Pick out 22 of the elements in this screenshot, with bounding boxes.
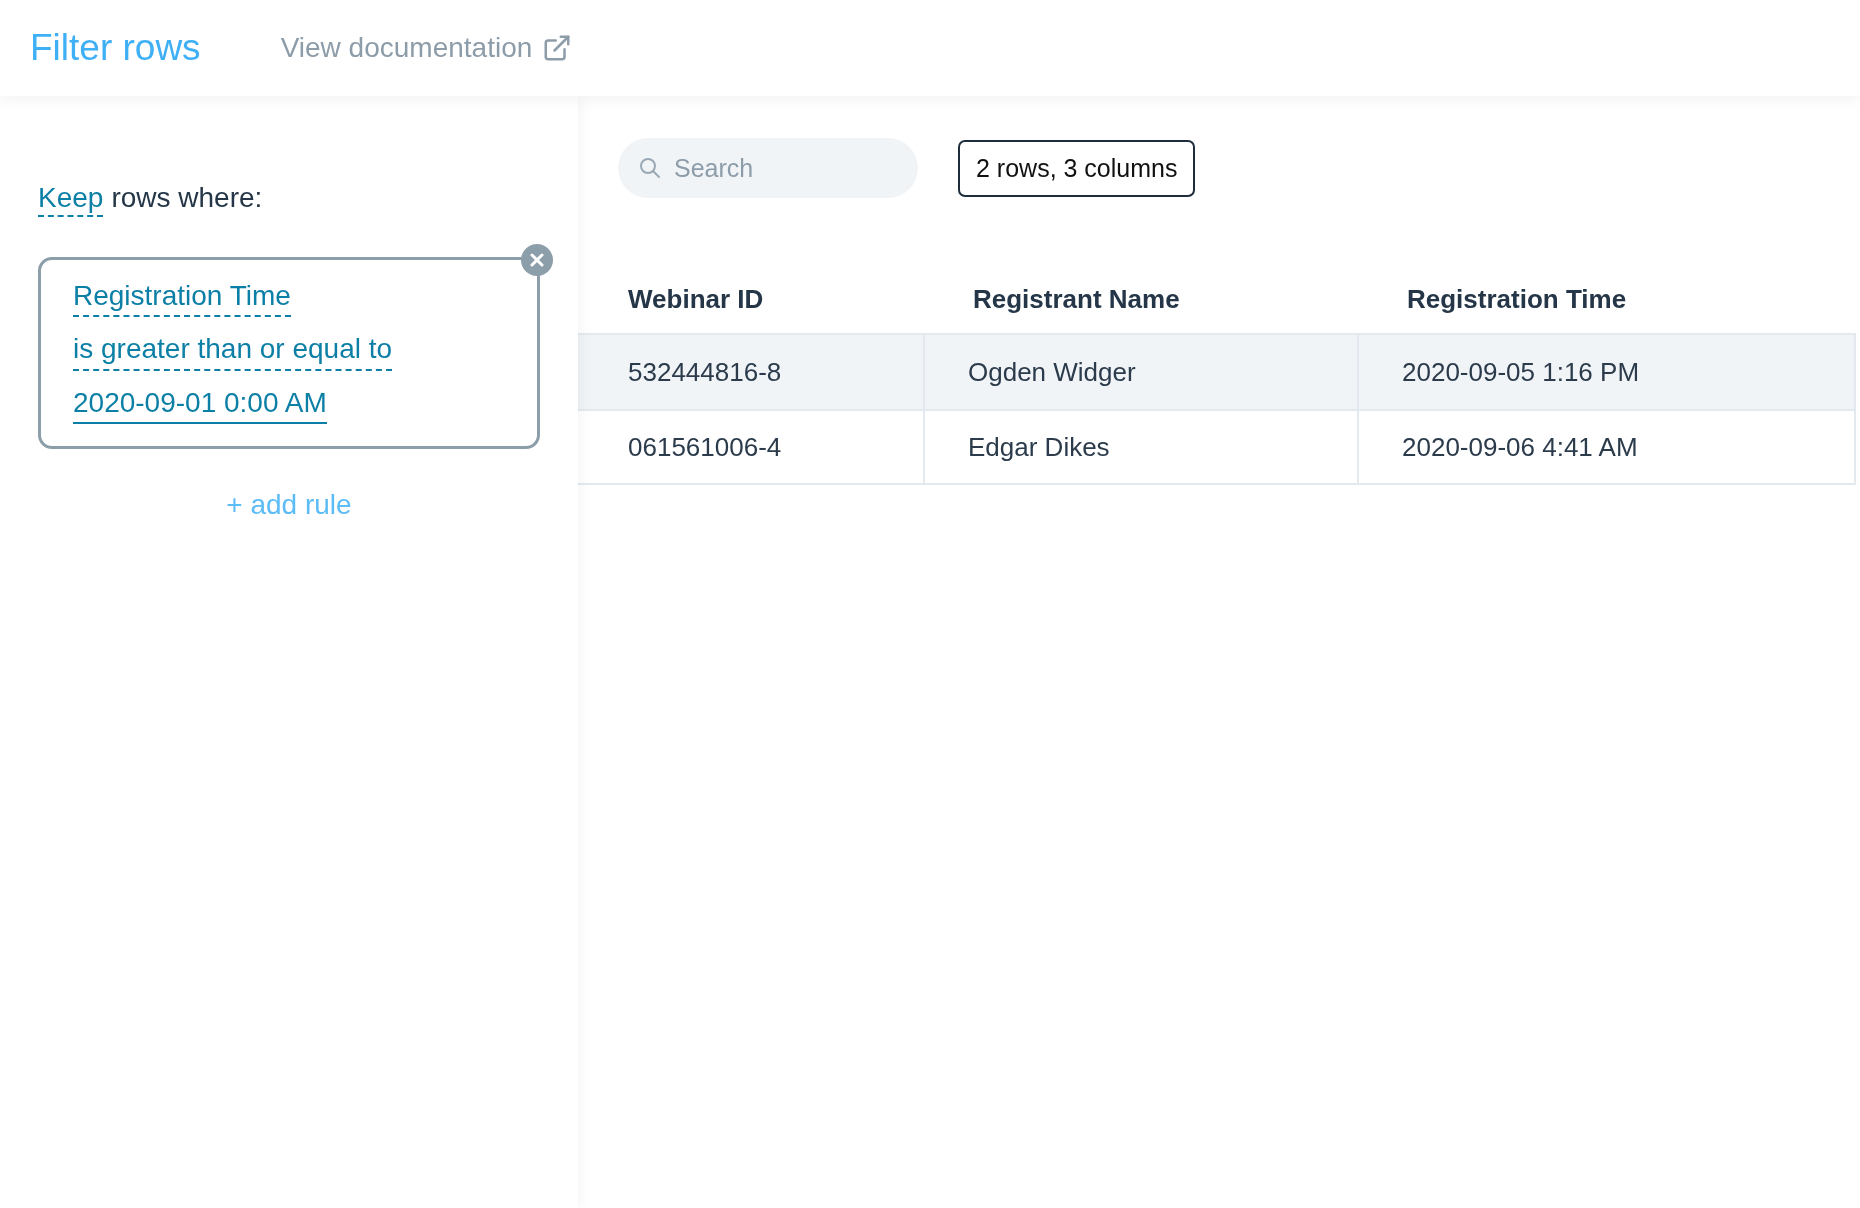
remove-rule-button[interactable] <box>521 244 553 276</box>
column-dropdown[interactable]: Registration Time <box>73 278 291 318</box>
table-cell: Ogden Widger <box>923 333 1357 409</box>
table-cell: 2020-09-05 1:16 PM <box>1357 333 1856 409</box>
page-title: Filter rows <box>30 27 201 69</box>
column-header: Webinar ID <box>627 283 765 316</box>
keep-mode-dropdown[interactable]: Keep <box>38 182 104 217</box>
row-column-count: 2 rows, 3 columns <box>958 139 1196 197</box>
table-cell: 061561006-4 <box>578 409 923 485</box>
close-icon <box>529 252 545 268</box>
search-icon <box>638 156 662 180</box>
column-header: Registrant Name <box>972 283 1181 316</box>
table-cell: 532444816-8 <box>578 333 923 409</box>
table-cell: Edgar Dikes <box>923 409 1357 485</box>
search-field[interactable]: Search <box>618 138 918 198</box>
column-header: Registration Time <box>1406 283 1628 316</box>
operator-dropdown[interactable]: is greater than or equal to <box>73 331 393 371</box>
value-field[interactable]: 2020-09-01 0:00 AM <box>73 384 327 425</box>
external-link-icon <box>542 33 573 63</box>
table-cell: 2020-09-06 4:41 AM <box>1357 409 1856 485</box>
documentation-link[interactable]: View documentation <box>280 32 573 64</box>
rows-where-label: rows where: <box>111 182 263 214</box>
